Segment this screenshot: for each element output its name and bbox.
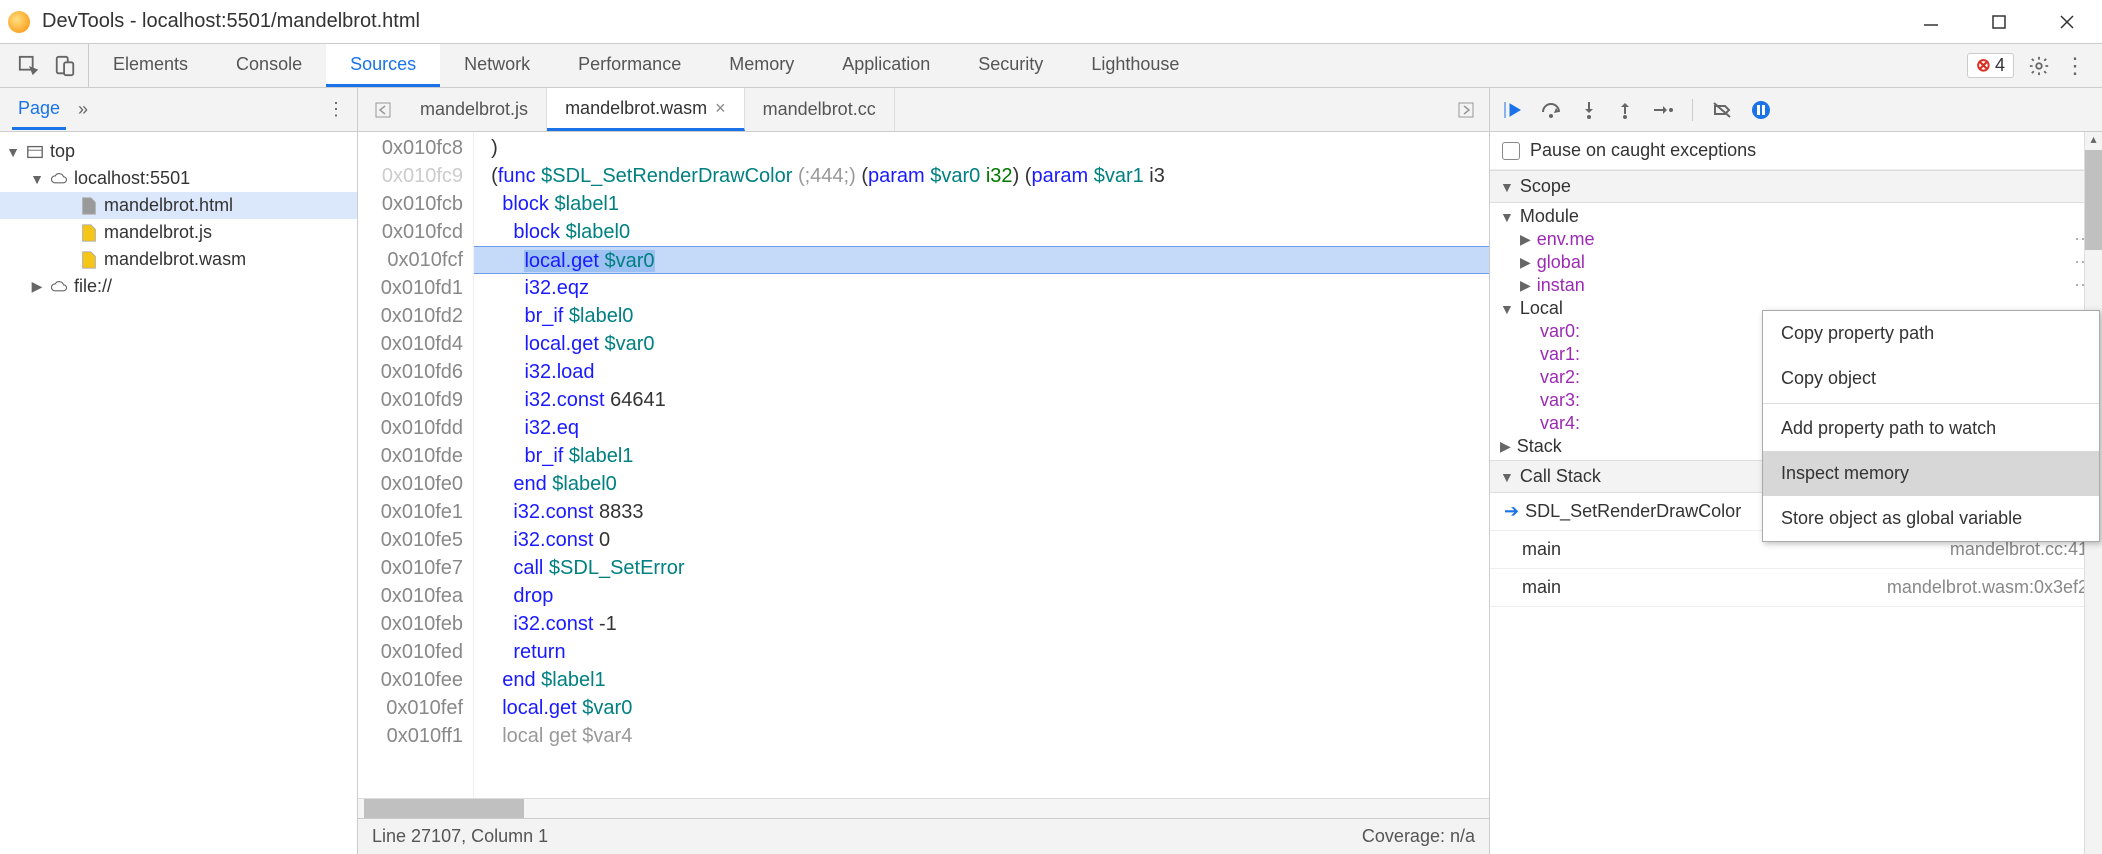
main-tab-security[interactable]: Security [954,44,1067,87]
gutter: 0x010fc80x010fc90x010fcb0x010fcd0x010fcf… [358,132,474,798]
sidebar-kebab-icon[interactable]: ⋮ [327,99,345,120]
window-title: DevTools - localhost:5501/mandelbrot.htm… [42,10,420,33]
settings-icon[interactable] [2028,55,2050,77]
scope-item[interactable]: ▶global⋯ [1490,251,2102,274]
context-menu-item[interactable]: Inspect memory [1763,451,2099,496]
main-tab-elements[interactable]: Elements [89,44,212,87]
debugger-toolbar [1490,88,2102,132]
main-tab-application[interactable]: Application [818,44,954,87]
editor-tab[interactable]: mandelbrot.wasm× [547,88,745,131]
pause-on-exceptions-icon[interactable] [1751,100,1771,120]
tree-file[interactable]: mandelbrot.js [0,219,357,246]
error-count: 4 [1995,55,2005,76]
file-icon [80,250,98,270]
context-menu: Copy property pathCopy object Add propert… [1762,310,2100,542]
callstack-frame[interactable]: mainmandelbrot.wasm:0x3ef2 [1490,569,2102,607]
tree-node-host[interactable]: ▼ localhost:5501 [0,165,357,192]
resume-icon[interactable] [1502,100,1522,120]
context-menu-item[interactable]: Copy object [1763,356,2099,401]
close-button[interactable] [2052,7,2082,37]
close-tab-icon[interactable]: × [715,98,726,119]
context-menu-item[interactable]: Store object as global variable [1763,496,2099,541]
page-tab[interactable]: Page [12,90,66,130]
window-titlebar: DevTools - localhost:5501/mandelbrot.htm… [0,0,2102,44]
current-frame-icon: ➔ [1504,501,1519,522]
main-tab-performance[interactable]: Performance [554,44,705,87]
window-icon [26,142,44,162]
devtools-logo-icon [8,11,30,33]
scope-module[interactable]: ▼Module [1490,205,2102,228]
scope-item[interactable]: ▶env.me⋯ [1490,228,2102,251]
main-tab-network[interactable]: Network [440,44,554,87]
step-icon[interactable] [1652,100,1674,120]
context-menu-item[interactable]: Add property path to watch [1763,406,2099,451]
tree-file[interactable]: mandelbrot.wasm [0,246,357,273]
main-tab-lighthouse[interactable]: Lighthouse [1067,44,1203,87]
editor-tab[interactable]: mandelbrot.js [402,88,547,131]
step-out-icon[interactable] [1616,100,1634,120]
editor-tabs: mandelbrot.jsmandelbrot.wasm×mandelbrot.… [358,88,1489,132]
tree-file[interactable]: mandelbrot.html [0,192,357,219]
code-area[interactable]: 0x010fc80x010fc90x010fcb0x010fcd0x010fcf… [358,132,1489,798]
deactivate-breakpoints-icon[interactable] [1711,100,1733,120]
editor-statusbar: Line 27107, Column 1 Coverage: n/a [358,818,1489,854]
sidebar-tabs: Page » ⋮ [0,88,357,132]
step-into-icon[interactable] [1580,100,1598,120]
tree-label-file: file:// [74,276,112,297]
file-tree: ▼ top ▼ localhost:5501 mandelbrot.htmlma… [0,132,357,854]
sources-sidebar: Page » ⋮ ▼ top ▼ localhost:5501 mandelbr… [0,88,358,854]
main-tab-console[interactable]: Console [212,44,326,87]
minimize-button[interactable] [1916,7,1946,37]
overflow-tabs-icon[interactable]: » [78,99,88,120]
tree-label-top: top [50,141,75,162]
nav-back-icon[interactable] [364,101,402,119]
debugger-panel: Pause on caught exceptions ▼Scope ▼Modul… [1490,88,2102,854]
tree-label-host: localhost:5501 [74,168,190,189]
cloud-icon [50,277,68,297]
pause-caught-exceptions-row[interactable]: Pause on caught exceptions [1490,132,2102,170]
coverage-status: Coverage: n/a [1362,826,1475,847]
cloud-icon [50,169,68,189]
file-icon [80,196,98,216]
inspect-element-icon[interactable] [18,55,40,77]
pause-caught-label: Pause on caught exceptions [1530,140,1756,161]
editor-tab[interactable]: mandelbrot.cc [745,88,895,131]
maximize-button[interactable] [1984,7,2014,37]
cursor-position: Line 27107, Column 1 [372,826,548,847]
step-over-icon[interactable] [1540,100,1562,120]
error-badge[interactable]: ⊗ 4 [1967,53,2014,78]
tree-node-file[interactable]: ▶ file:// [0,273,357,300]
device-toggle-icon[interactable] [54,55,76,77]
tree-node-top[interactable]: ▼ top [0,138,357,165]
main-tab-memory[interactable]: Memory [705,44,818,87]
window-controls [1916,7,2094,37]
editor-area: mandelbrot.jsmandelbrot.wasm×mandelbrot.… [358,88,1490,854]
pause-caught-checkbox[interactable] [1502,142,1520,160]
main-tabs: ElementsConsoleSourcesNetworkPerformance… [89,44,1203,87]
main-tab-sources[interactable]: Sources [326,44,440,87]
file-icon [80,223,98,243]
scope-header[interactable]: ▼Scope [1490,170,2102,203]
nav-forward-icon[interactable] [1443,101,1489,119]
main-toolbar: ElementsConsoleSourcesNetworkPerformance… [0,44,2102,88]
horizontal-scrollbar[interactable] [358,798,1489,818]
code-body[interactable]: ) (func $SDL_SetRenderDrawColor (;444;) … [474,132,1489,798]
context-menu-item[interactable]: Copy property path [1763,311,2099,356]
scope-item[interactable]: ▶instan⋯ [1490,274,2102,297]
kebab-menu-icon[interactable]: ⋮ [2064,53,2086,79]
error-icon: ⊗ [1976,55,1991,76]
